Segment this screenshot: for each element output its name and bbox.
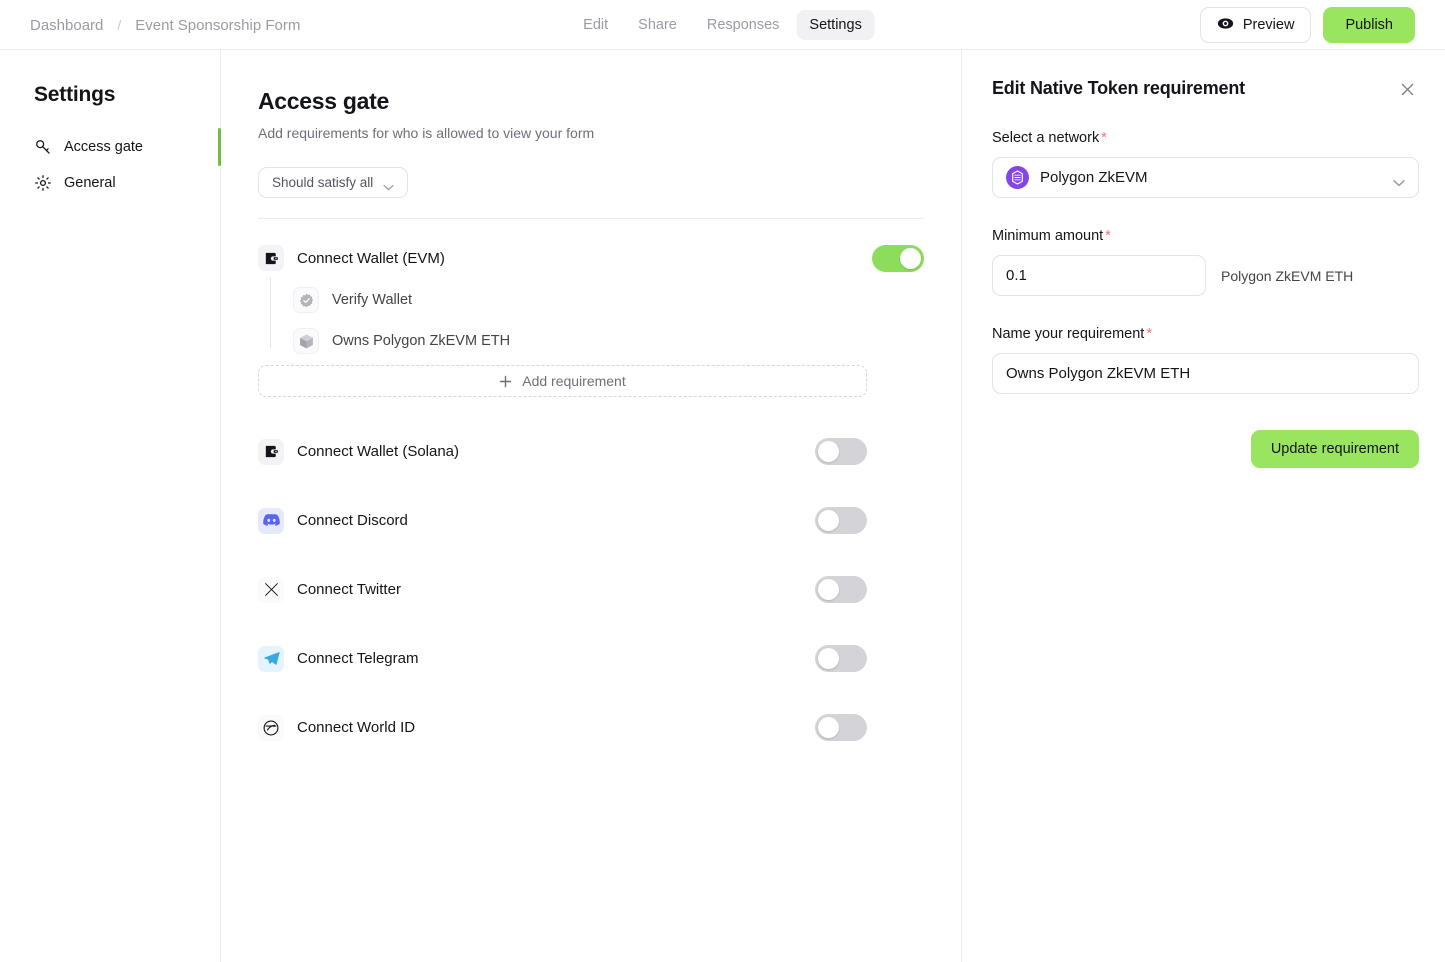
amount-field-label: Minimum amount * bbox=[992, 228, 1419, 244]
required-asterisk: * bbox=[1101, 130, 1107, 146]
connector-label: Connect Discord bbox=[297, 512, 408, 529]
connector-list: Connect Wallet (Solana) Connect Discord bbox=[258, 417, 924, 762]
update-requirement-button[interactable]: Update requirement bbox=[1250, 430, 1419, 468]
connector-label: Connect World ID bbox=[297, 719, 416, 736]
toggle-connect-worldid[interactable] bbox=[815, 714, 867, 741]
connector-row-telegram[interactable]: Connect Telegram bbox=[258, 624, 867, 693]
amount-row: Polygon ZkEVM ETH bbox=[992, 255, 1419, 296]
telegram-icon bbox=[258, 645, 284, 672]
edit-requirement-panel: Edit Native Token requirement Select a n… bbox=[961, 50, 1445, 962]
network-select[interactable]: Polygon ZkEVM bbox=[992, 157, 1419, 198]
connector-row-solana[interactable]: Connect Wallet (Solana) bbox=[258, 417, 867, 486]
sub-requirements: Verify Wallet Owns Polygon ZkEVM ETH bbox=[270, 277, 924, 358]
eye-icon bbox=[1217, 15, 1234, 36]
sub-requirement-label: Verify Wallet bbox=[332, 292, 413, 308]
tab-settings[interactable]: Settings bbox=[796, 10, 875, 40]
preview-button[interactable]: Preview bbox=[1199, 7, 1312, 43]
settings-sidebar: Settings Access gate General bbox=[0, 50, 221, 962]
plus-icon bbox=[499, 375, 512, 388]
sub-requirement-owns-token[interactable]: Owns Polygon ZkEVM ETH bbox=[293, 324, 924, 358]
page-subtitle: Add requirements for who is allowed to v… bbox=[258, 125, 595, 141]
satisfy-dropdown-label: Should satisfy all bbox=[272, 175, 374, 190]
gear-icon bbox=[34, 174, 52, 192]
page-title: Access gate bbox=[258, 88, 389, 114]
tab-edit[interactable]: Edit bbox=[570, 10, 621, 40]
worldid-icon bbox=[258, 714, 284, 741]
requirement-label: Connect Wallet (EVM) bbox=[297, 249, 445, 267]
connector-row-worldid[interactable]: Connect World ID bbox=[258, 693, 867, 762]
publish-button[interactable]: Publish bbox=[1323, 7, 1415, 43]
sidebar-item-access-gate[interactable]: Access gate bbox=[0, 128, 221, 166]
close-icon[interactable] bbox=[1396, 78, 1418, 100]
cube-icon bbox=[293, 328, 319, 354]
discord-icon bbox=[258, 507, 284, 534]
amount-label-text: Minimum amount bbox=[992, 228, 1104, 244]
connector-label: Connect Wallet (Solana) bbox=[297, 443, 460, 460]
wallet-icon bbox=[258, 245, 284, 271]
requirement-row-connect-wallet-evm[interactable]: Connect Wallet (EVM) bbox=[258, 241, 924, 275]
top-bar: Dashboard / Event Sponsorship Form Edit … bbox=[0, 0, 1445, 50]
connector-row-discord[interactable]: Connect Discord bbox=[258, 486, 867, 555]
requirement-name-input[interactable] bbox=[992, 353, 1419, 394]
add-requirement-button[interactable]: Add requirement bbox=[258, 365, 867, 397]
satisfy-dropdown[interactable]: Should satisfy all bbox=[258, 167, 409, 198]
chevron-down-icon bbox=[1393, 174, 1405, 186]
toggle-connect-wallet-solana[interactable] bbox=[815, 438, 867, 465]
toggle-connect-telegram[interactable] bbox=[815, 645, 867, 672]
sidebar-item-label: General bbox=[64, 175, 116, 191]
breadcrumb: Dashboard / Event Sponsorship Form bbox=[30, 0, 300, 50]
required-asterisk: * bbox=[1105, 228, 1111, 244]
sub-requirement-label: Owns Polygon ZkEVM ETH bbox=[332, 333, 511, 349]
twitter-x-icon bbox=[258, 576, 284, 603]
toggle-knob bbox=[900, 247, 921, 269]
sidebar-items: Access gate General bbox=[0, 128, 221, 201]
top-tabs: Edit Share Responses Settings bbox=[570, 0, 875, 50]
toggle-connect-wallet-evm[interactable] bbox=[872, 244, 924, 272]
key-icon bbox=[34, 138, 52, 156]
polygon-icon bbox=[1006, 166, 1029, 189]
main-content: Access gate Add requirements for who is … bbox=[221, 50, 961, 962]
sidebar-item-label: Access gate bbox=[64, 139, 143, 155]
breadcrumb-current[interactable]: Event Sponsorship Form bbox=[135, 17, 300, 34]
tab-share[interactable]: Share bbox=[625, 10, 690, 40]
connector-label: Connect Twitter bbox=[297, 581, 401, 598]
network-field-label: Select a network * bbox=[992, 130, 1419, 146]
required-asterisk: * bbox=[1146, 326, 1152, 342]
toggle-knob bbox=[818, 717, 839, 738]
check-badge-icon bbox=[293, 287, 319, 313]
toggle-knob bbox=[818, 579, 839, 600]
chevron-down-icon bbox=[383, 179, 394, 191]
panel-header: Edit Native Token requirement bbox=[992, 78, 1418, 100]
sidebar-title: Settings bbox=[34, 83, 116, 106]
requirement-group-evm: Connect Wallet (EVM) Verify Wallet Owns … bbox=[258, 241, 924, 397]
tab-responses[interactable]: Responses bbox=[694, 10, 793, 40]
network-value: Polygon ZkEVM bbox=[1040, 169, 1148, 186]
sidebar-item-general[interactable]: General bbox=[0, 165, 220, 201]
top-actions: Preview Publish bbox=[1199, 0, 1415, 50]
network-label-text: Select a network bbox=[992, 130, 1100, 146]
toggle-connect-discord[interactable] bbox=[815, 507, 867, 534]
amount-unit-label: Polygon ZkEVM ETH bbox=[1221, 267, 1354, 284]
panel-body: Select a network * Polygon ZkEVM Minimum … bbox=[992, 130, 1419, 468]
minimum-amount-input[interactable] bbox=[992, 255, 1206, 296]
breadcrumb-dashboard[interactable]: Dashboard bbox=[30, 17, 103, 34]
toggle-knob bbox=[818, 648, 839, 669]
connector-label: Connect Telegram bbox=[297, 650, 419, 667]
preview-label: Preview bbox=[1242, 17, 1295, 33]
wallet-icon bbox=[258, 438, 284, 465]
connector-row-twitter[interactable]: Connect Twitter bbox=[258, 555, 867, 624]
add-requirement-label: Add requirement bbox=[522, 373, 626, 389]
panel-title: Edit Native Token requirement bbox=[992, 78, 1245, 98]
toggle-knob bbox=[818, 441, 839, 462]
section-divider bbox=[258, 218, 924, 219]
toggle-connect-twitter[interactable] bbox=[815, 576, 867, 603]
breadcrumb-separator: / bbox=[117, 17, 122, 33]
name-label-text: Name your requirement bbox=[992, 326, 1145, 342]
sub-requirement-verify-wallet[interactable]: Verify Wallet bbox=[293, 283, 924, 317]
toggle-knob bbox=[818, 510, 839, 531]
name-field-label: Name your requirement * bbox=[992, 326, 1419, 342]
